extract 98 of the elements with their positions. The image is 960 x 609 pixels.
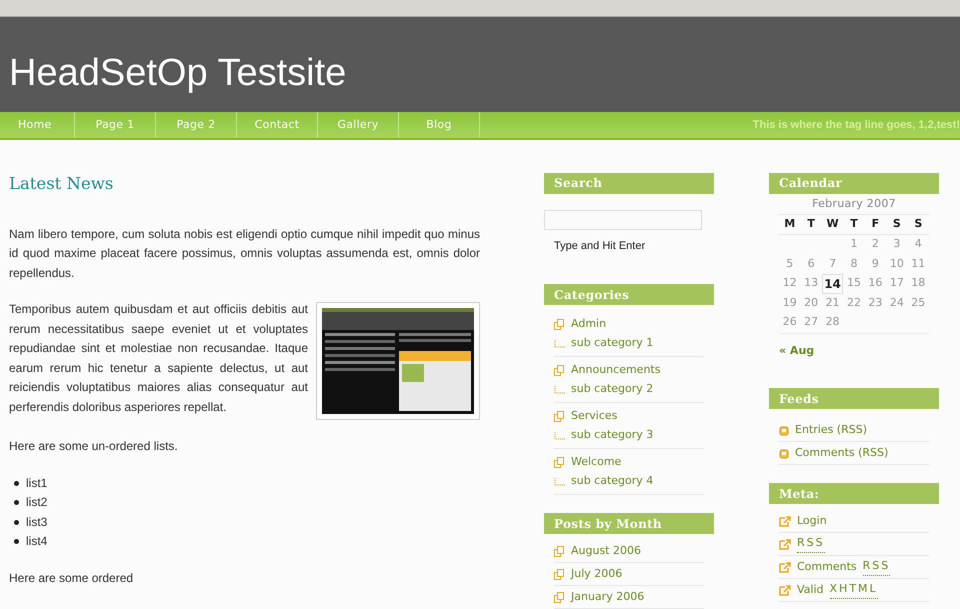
calendar-day: 8 (843, 256, 865, 272)
search-hint: Type and Hit Enter (554, 238, 646, 254)
paragraph: Here are some un-ordered lists. (9, 438, 179, 455)
category-link[interactable]: Services (571, 408, 618, 425)
nav-link[interactable]: Blog (399, 112, 480, 138)
calendar-day: 15 (843, 275, 865, 292)
category-link[interactable]: Admin (571, 316, 606, 333)
calendar-day: 28 (822, 314, 844, 330)
calendar-day: 19 (779, 294, 800, 311)
feed-icon (779, 448, 789, 458)
subcategory-link[interactable]: sub category 1 (571, 335, 654, 352)
paragraph: Nam libero tempore, cum soluta nobis est eligendi optio cumque nihil impedit quo minus id quod maxime placeat facere possimus, omnis voluptas assumenda est, omnis dolor repellendus. (9, 226, 480, 282)
documents-icon (554, 546, 565, 556)
weekday-heading: T (806, 216, 816, 232)
weekday-heading: W (825, 216, 840, 232)
archive-link[interactable]: January 2006 (571, 588, 644, 606)
dotted-branch-icon (554, 340, 565, 348)
calendar-day: 18 (908, 275, 929, 292)
category-link[interactable]: Announcements (571, 362, 660, 379)
previous-month-link[interactable]: « Aug (779, 344, 814, 357)
weekday-heading: S (913, 216, 924, 232)
calendar-day: 22 (843, 294, 865, 311)
list-item: list2 (14, 493, 480, 512)
documents-icon (554, 592, 565, 602)
subcategory-link[interactable]: sub category 3 (571, 427, 654, 444)
calendar-day: 6 (800, 256, 822, 272)
widget-heading: Calendar (769, 172, 939, 194)
paragraph: Here are some ordered (9, 570, 134, 586)
calendar-day: 27 (800, 314, 822, 330)
abbreviation-link[interactable]: RSS (797, 535, 825, 553)
external-link-icon (779, 538, 791, 550)
archive-link[interactable]: July 2006 (571, 566, 622, 582)
dotted-branch-icon (554, 478, 565, 486)
external-link-icon (779, 584, 791, 596)
nav-link[interactable]: Page 2 (156, 112, 237, 138)
subcategory-link[interactable]: sub category 2 (571, 381, 654, 398)
documents-icon (554, 568, 565, 580)
documents-icon (554, 365, 565, 376)
calendar-day: 20 (800, 294, 822, 311)
nav-link[interactable]: Contact (237, 112, 318, 138)
calendar-caption: February 2007 (811, 196, 897, 212)
calendar-day: 14 (822, 274, 844, 294)
nav-link[interactable]: Home (0, 112, 75, 138)
feed-link[interactable]: Comments (RSS) (795, 444, 888, 462)
weekday-heading: F (870, 216, 880, 232)
category-link[interactable]: Welcome (571, 454, 622, 471)
calendar-day: 16 (864, 275, 886, 292)
widget-heading: Categories (544, 284, 714, 305)
calendar-day: 9 (864, 256, 886, 272)
widget-heading: Posts by Month (544, 513, 714, 534)
meta-link[interactable]: Comments (797, 558, 857, 576)
calendar-day: 1 (843, 236, 865, 252)
widget-heading: Feeds (769, 388, 939, 409)
calendar-day: 13 (800, 275, 822, 292)
abbreviation-link[interactable]: XHTML (830, 581, 878, 599)
list-item: list3 (14, 512, 480, 532)
paragraph: Temporibus autem quibusdam et aut officiis debitis aut rerum necessitatibus saepe eveniet ut et voluptates repudiandae sint et molestiae non recusandae. Itaque earum rerum hic tenetur a sapiente delectus, ut aut reiciendis voluptatibus maiores alias consequatur aut perferendis doloribus asperiores repellat. (9, 301, 308, 416)
calendar-day: 4 (908, 236, 929, 252)
documents-icon (554, 319, 565, 330)
documents-icon (554, 457, 565, 468)
site-title: HeadSetOp Testsite (9, 54, 346, 92)
calendar-day: 12 (779, 275, 800, 292)
list-item: list1 (14, 474, 480, 493)
search-field[interactable] (544, 210, 702, 230)
feed-link[interactable]: Entries (RSS) (795, 422, 867, 438)
tagline: This is where the tag line goes, 1,2,test! (752, 118, 960, 133)
archive-link[interactable]: August 2006 (571, 542, 641, 560)
weekday-heading: S (892, 216, 902, 232)
widget-heading: Meta: (769, 483, 939, 504)
external-link-icon (779, 562, 791, 572)
documents-icon (554, 411, 565, 422)
calendar-day: 25 (908, 294, 929, 311)
calendar-day: 23 (864, 294, 886, 311)
calendar-day: 21 (822, 294, 844, 311)
dotted-branch-icon (554, 432, 565, 440)
meta-link[interactable]: Login (797, 512, 827, 530)
calendar-day: 26 (779, 314, 800, 330)
dotted-branch-icon (554, 386, 565, 394)
external-link-icon (779, 516, 791, 526)
abbreviation-link[interactable]: RSS (862, 558, 890, 576)
calendar-day: 3 (886, 236, 908, 252)
calendar-day: 5 (779, 256, 800, 272)
calendar-day: 2 (864, 236, 886, 252)
calendar-day: 17 (886, 275, 908, 292)
meta-link[interactable]: Valid (797, 582, 824, 598)
weekday-heading: T (849, 216, 859, 232)
post-title: Latest News (9, 172, 114, 194)
nav-link[interactable]: Page 1 (75, 112, 156, 138)
weekday-heading: M (783, 216, 796, 232)
widget-heading: Search (544, 172, 714, 194)
calendar-day: 10 (886, 256, 908, 272)
subcategory-link[interactable]: sub category 4 (571, 473, 654, 490)
nav-link[interactable]: Gallery (318, 112, 399, 138)
feed-icon (779, 424, 789, 436)
calendar-day: 11 (908, 256, 929, 272)
calendar-day: 24 (886, 294, 908, 311)
calendar-day: 7 (822, 256, 844, 272)
list-item: list4 (14, 532, 480, 552)
